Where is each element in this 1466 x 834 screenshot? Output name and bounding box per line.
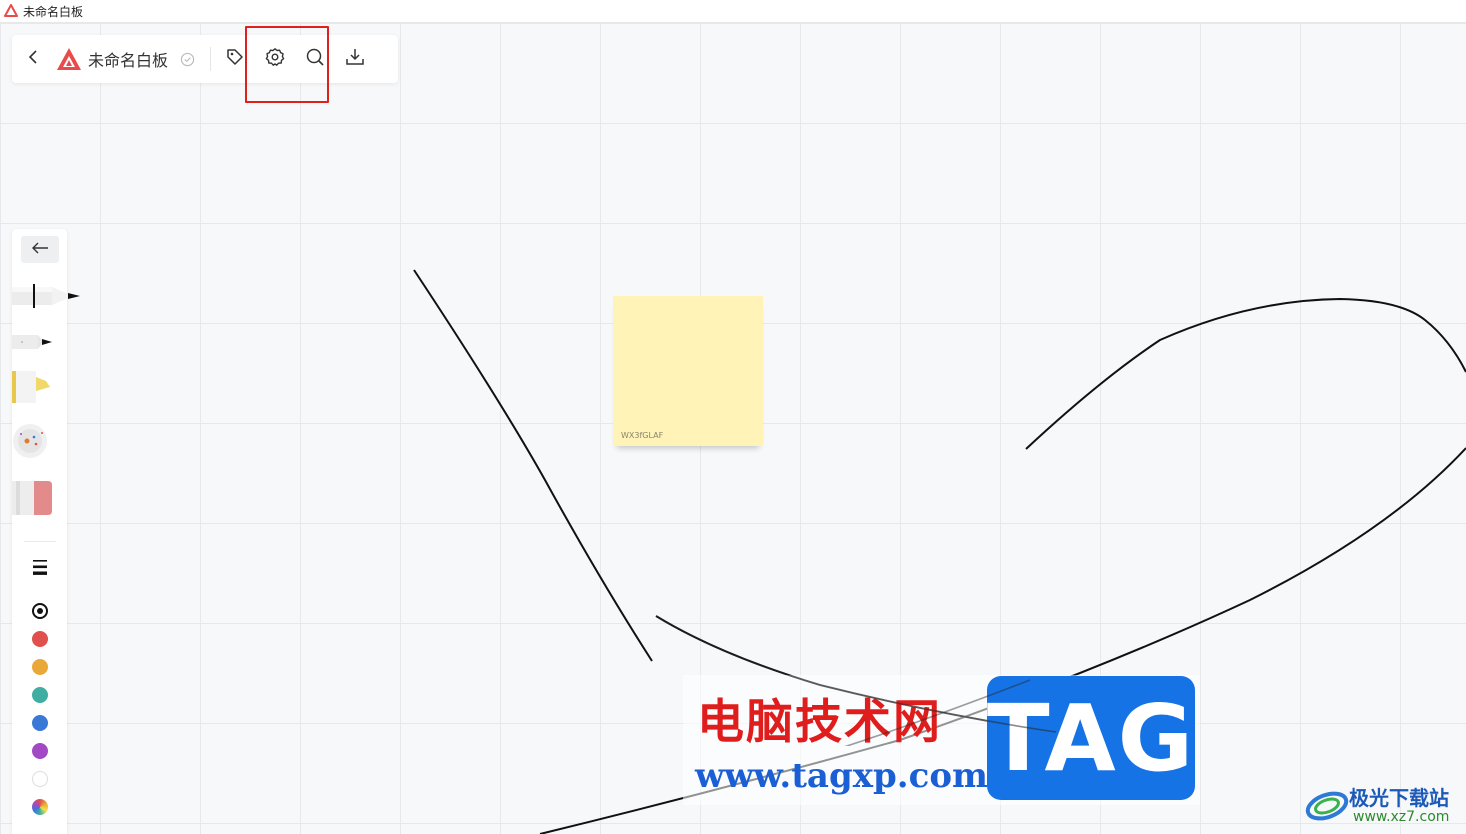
- download-icon: [345, 47, 365, 71]
- stroke-width-button[interactable]: [30, 557, 50, 577]
- window-title: 未命名白板: [23, 4, 84, 19]
- top-toolbar: 未命名白板: [12, 35, 398, 83]
- palette-divider: [24, 541, 56, 542]
- app-logo-icon: [4, 4, 18, 18]
- color-swatch-blue[interactable]: [32, 715, 48, 731]
- sticky-note[interactable]: WX3fGLAF: [613, 296, 763, 446]
- stroke-width-icon: [33, 560, 47, 575]
- color-swatch-red[interactable]: [32, 631, 48, 647]
- stroke-over-watermark: [656, 616, 1057, 746]
- color-swatch-purple[interactable]: [32, 743, 48, 759]
- site-logo-icon: [1305, 791, 1349, 821]
- collapse-palette-button[interactable]: [21, 236, 59, 263]
- color-swatch-black[interactable]: [32, 603, 48, 619]
- highlighter-tool[interactable]: [12, 369, 58, 409]
- pen-tool[interactable]: [12, 281, 82, 315]
- tag-icon: [225, 47, 245, 71]
- chevron-left-icon: [26, 49, 42, 69]
- arrow-left-icon: [31, 240, 49, 259]
- laser-pointer-icon: [13, 424, 47, 458]
- settings-highlight-box: [245, 26, 329, 103]
- color-swatch-orange[interactable]: [32, 659, 48, 675]
- marker-tool[interactable]: [12, 329, 58, 359]
- color-swatch-teal[interactable]: [32, 687, 48, 703]
- site-url: www.xz7.com: [1353, 809, 1450, 825]
- watermark-url: www.tagxp.com: [695, 756, 988, 796]
- saved-check-icon: [178, 50, 196, 68]
- pen-icon: [12, 284, 80, 308]
- back-button[interactable]: [12, 39, 56, 79]
- board-logo-icon: [56, 46, 82, 72]
- board-title[interactable]: 未命名白板: [88, 47, 168, 71]
- site-name: 极光下载站: [1349, 786, 1449, 810]
- download-button[interactable]: [335, 39, 375, 79]
- selected-dot: [36, 607, 43, 614]
- marker-icon: [12, 335, 52, 349]
- highlighter-icon: [12, 371, 50, 403]
- toolbar-divider: [210, 47, 212, 71]
- color-picker-rainbow[interactable]: [32, 799, 48, 815]
- tool-palette: [12, 229, 80, 834]
- eraser-icon: [12, 481, 52, 515]
- color-swatch-white[interactable]: [32, 771, 48, 787]
- site-logo: 极光下载站 www.xz7.com: [1305, 782, 1460, 828]
- eraser-tool[interactable]: [12, 479, 56, 523]
- laser-pointer-tool[interactable]: [12, 421, 52, 465]
- window-title-bar: 未命名白板: [0, 0, 1466, 23]
- sticky-note-author: WX3fGLAF: [621, 431, 664, 440]
